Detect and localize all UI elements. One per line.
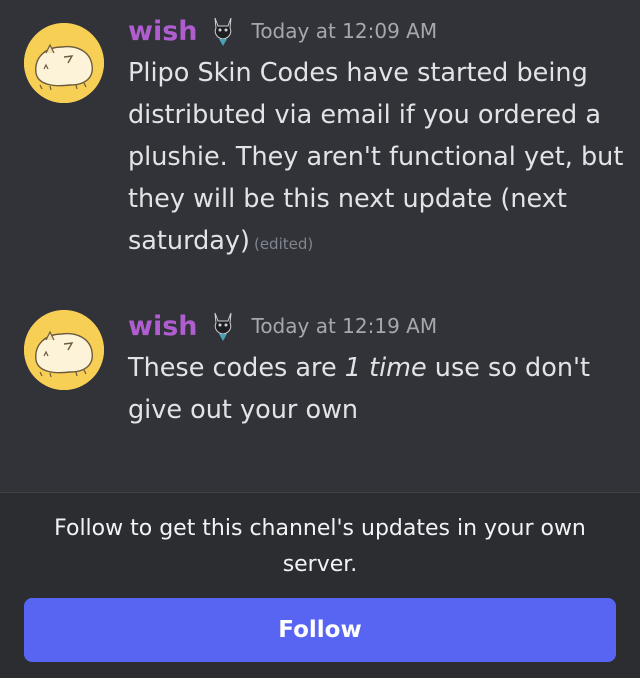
message-header: wish Today at 12:09 AM [128,14,437,48]
username[interactable]: wish [128,311,198,342]
message-list: wish Today at 12:09 AM Plipo Skin Codes … [0,0,640,492]
message-content: Plipo Skin Codes have started being dist… [128,52,628,265]
hamster-avatar-icon[interactable] [24,23,104,103]
message-header: wish Today at 12:19 AM [128,309,437,343]
hamster-avatar-icon[interactable] [24,310,104,390]
follow-channel-footer: Follow to get this channel's updates in … [0,492,640,678]
message-content: These codes are 1 time use so don't give… [128,347,628,431]
timestamp: Today at 12:19 AM [251,314,438,338]
username[interactable]: wish [128,16,198,47]
message-text-emphasis: 1 time [344,353,427,383]
cat-badge-icon[interactable] [208,309,238,343]
message-text: Plipo Skin Codes have started being dist… [128,58,624,256]
follow-prompt-text: Follow to get this channel's updates in … [54,516,586,577]
edited-label: (edited) [253,235,314,253]
timestamp: Today at 12:09 AM [251,19,438,43]
cat-badge-icon[interactable] [208,14,238,48]
follow-button[interactable]: Follow [24,598,616,662]
message-text-before: These codes are [128,353,345,383]
